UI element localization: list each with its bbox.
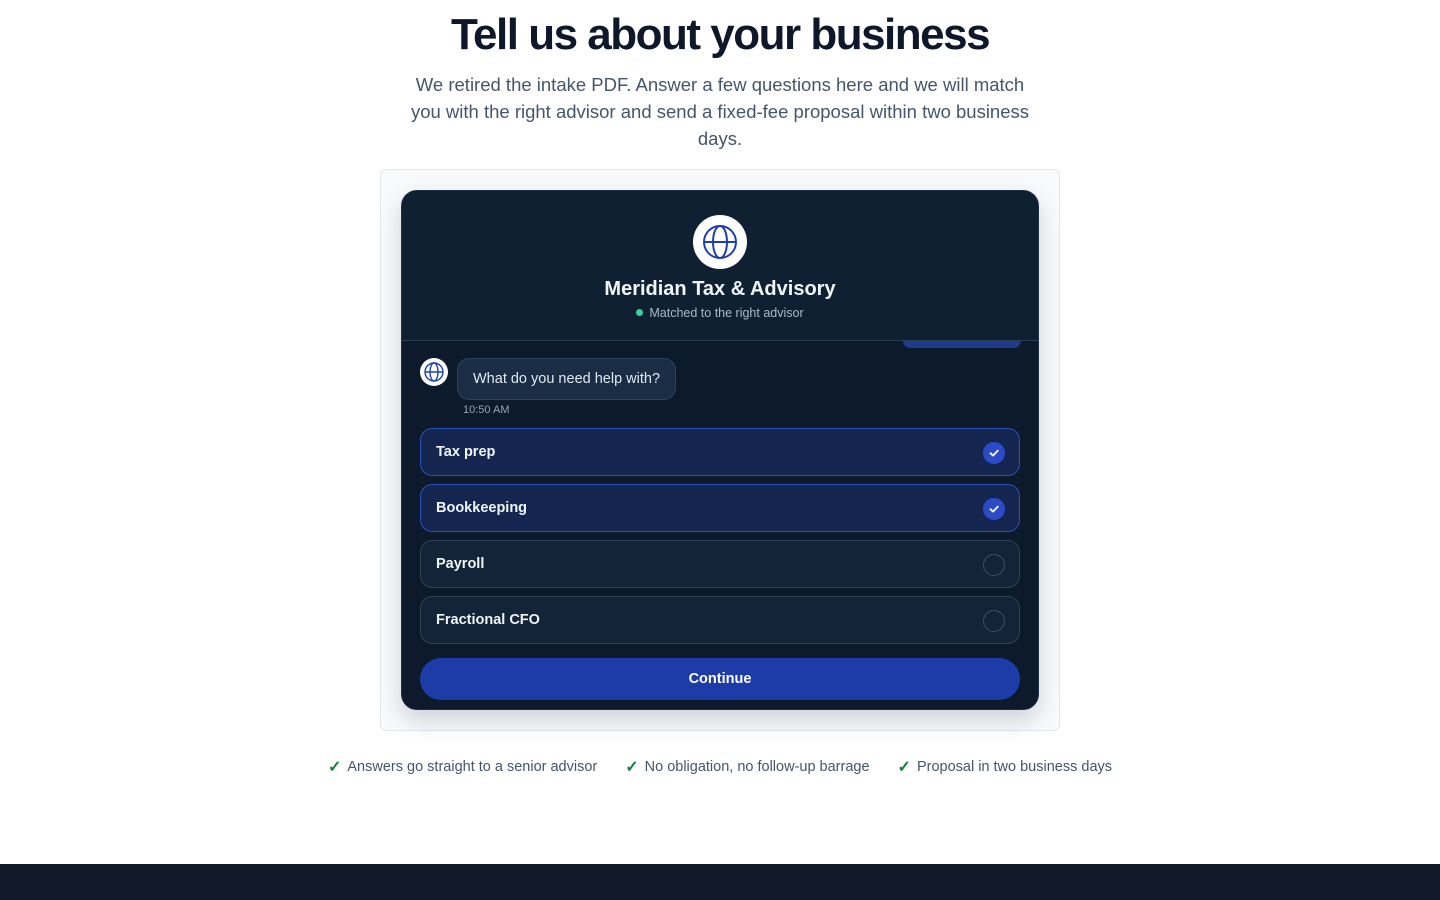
brand-name: Meridian Tax & Advisory <box>604 278 836 300</box>
previous-message-bubble <box>903 341 1021 348</box>
benefit-item: ✓ Answers go straight to a senior adviso… <box>328 757 597 777</box>
chat-card: Meridian Tax & Advisory Matched to the r… <box>401 190 1039 710</box>
status-dot-icon <box>636 309 644 316</box>
checked-checkbox-icon[interactable] <box>983 442 1005 464</box>
checkmark-icon: ✓ <box>625 759 639 776</box>
unchecked-checkbox-icon[interactable] <box>983 610 1005 632</box>
page-subtitle: We retired the intake PDF. Answer a few … <box>410 74 1030 149</box>
message-timestamp: 10:50 AM <box>463 404 510 416</box>
benefit-item: ✓ No obligation, no follow-up barrage <box>625 757 869 777</box>
option-bookkeeping[interactable]: Bookkeeping <box>420 484 1020 532</box>
option-fractional-cfo[interactable]: Fractional CFO <box>420 596 1020 644</box>
benefit-item: ✓ Proposal in two business days <box>898 757 1112 777</box>
bot-message-bubble: What do you need help with? <box>457 358 677 400</box>
checkmark-icon: ✓ <box>897 759 911 776</box>
chat-header: Meridian Tax & Advisory Matched to the r… <box>402 191 1038 341</box>
benefit-text: Proposal in two business days <box>916 759 1113 775</box>
globe-icon <box>703 225 737 259</box>
option-payroll[interactable]: Payroll <box>420 540 1020 588</box>
globe-icon <box>424 362 444 382</box>
option-label: Fractional CFO <box>436 612 540 628</box>
unchecked-checkbox-icon[interactable] <box>983 554 1005 576</box>
option-label: Bookkeeping <box>436 500 528 516</box>
option-label: Payroll <box>436 556 485 572</box>
checked-checkbox-icon[interactable] <box>983 498 1005 520</box>
brand-avatar <box>693 215 747 269</box>
checkmark-icon: ✓ <box>327 759 342 776</box>
option-label: Tax prep <box>436 444 496 460</box>
footer <box>0 864 1440 900</box>
benefit-text: No obligation, no follow-up barrage <box>644 759 870 775</box>
page-title: Tell us about your business <box>450 10 991 59</box>
benefit-text: Answers go straight to a senior advisor <box>347 759 598 775</box>
benefits-list: ✓ Answers go straight to a senior adviso… <box>0 757 1440 777</box>
status-text: Matched to the right advisor <box>649 306 804 320</box>
continue-button[interactable]: Continue <box>420 658 1020 700</box>
bot-avatar <box>420 358 448 386</box>
option-tax-prep[interactable]: Tax prep <box>420 428 1020 476</box>
advisor-status: Matched to the right advisor <box>402 306 1038 320</box>
